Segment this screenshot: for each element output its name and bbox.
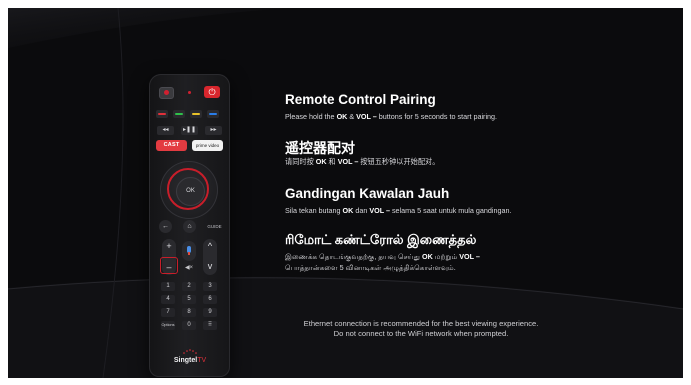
brand-logo-icon (183, 349, 197, 354)
tamil-instruction-line2: பொத்தான்களை 5 வினாடிகள் அழுத்திக்கொள்ளவு… (285, 263, 456, 272)
brand-name: Singtel (173, 357, 198, 364)
cast-button: CAST (156, 140, 187, 151)
brand-suffix: TV (197, 357, 207, 364)
channel-down-icon: v (207, 261, 213, 271)
chinese-text-mid: 和 (326, 157, 338, 166)
wifi-warning: Do not connect to the WiFi network when … (333, 329, 509, 338)
number-key: 1 (161, 282, 175, 291)
red-key (156, 110, 168, 118)
back-icon: ← (159, 220, 172, 233)
malay-text-pre: Sila tekan butang (285, 206, 343, 215)
number-key: 5 (182, 295, 196, 304)
guide-button: GUIDE (207, 224, 222, 229)
chinese-instruction: 请同时按 OK 和 VOL – 按钮五秒钟以开始配对。 (285, 157, 439, 167)
power-icon: ⏻ (204, 86, 220, 98)
status-led (188, 91, 191, 94)
voice-assistant-icon (182, 241, 196, 261)
options-key: Options (161, 321, 175, 330)
blue-key (207, 110, 219, 118)
yellow-key (190, 110, 202, 118)
english-text-mid: & (347, 112, 357, 121)
english-key-ok: OK (336, 112, 348, 121)
number-key: 8 (182, 308, 196, 317)
ethernet-recommendation: Ethernet connection is recommended for t… (303, 319, 539, 328)
number-key: 9 (203, 308, 217, 317)
malay-key-ok: OK (342, 206, 354, 215)
malay-key-vol: VOL – (369, 206, 390, 215)
chinese-text-pre: 请同时按 (285, 157, 316, 166)
brand-logo: SingtelTV (159, 355, 221, 367)
tamil-text-mid: மற்றும் (432, 252, 460, 261)
volume-up-icon: + (166, 241, 172, 251)
english-key-vol: VOL – (356, 112, 377, 121)
mute-icon: ◀× (184, 265, 194, 271)
english-title: Remote Control Pairing (285, 92, 436, 107)
tamil-instruction-line1: இணைக்க தொடங்குவதற்கு, தயவு செய்து OK மற்… (285, 252, 480, 262)
tamil-key-vol: VOL – (459, 252, 480, 261)
chinese-key-ok: OK (315, 157, 327, 166)
remote-control-illustration: ⏻ ◂◂ ▸❚❚ ▸▸ CAST prime video OK ← ⌂ GUID… (149, 74, 230, 377)
tamil-key-ok: OK (422, 252, 433, 261)
number-key: 0 (182, 321, 196, 330)
number-key: 2 (182, 282, 196, 291)
number-key: 6 (203, 295, 217, 304)
tamil-text-pre: இணைக்க தொடங்குவதற்கு, தயவு செய்து (285, 252, 423, 261)
play-pause-icon: ▸❚❚ (181, 126, 198, 135)
pairing-screen: ⏻ ◂◂ ▸❚❚ ▸▸ CAST prime video OK ← ⌂ GUID… (8, 8, 683, 378)
channel-up-icon: ^ (207, 241, 213, 251)
fast-forward-icon: ▸▸ (205, 126, 222, 135)
grid-icon: ⠿ (203, 321, 217, 330)
english-text-post: buttons for 5 seconds to start pairing. (376, 112, 498, 121)
channel-rocker: ^ v (203, 239, 217, 275)
ok-button: OK (176, 177, 205, 206)
prime-video-button: prime video (192, 140, 223, 151)
home-icon: ⌂ (183, 220, 196, 233)
english-text-pre: Please hold the (285, 112, 337, 121)
malay-text-post: selama 5 saat untuk mula gandingan. (389, 206, 512, 215)
record-button (159, 87, 174, 99)
number-key: 4 (161, 295, 175, 304)
chinese-text-post: 按钮五秒钟以开始配对。 (358, 157, 440, 166)
malay-instruction: Sila tekan butang OK dan VOL – selama 5 … (285, 206, 511, 216)
malay-title: Gandingan Kawalan Jauh (285, 186, 450, 201)
chinese-title: 遥控器配对 (285, 140, 355, 156)
number-key: 3 (203, 282, 217, 291)
rewind-icon: ◂◂ (157, 126, 174, 135)
vol-down-highlight-ring (160, 257, 178, 274)
green-key (173, 110, 185, 118)
number-key: 7 (161, 308, 175, 317)
chinese-key-vol: VOL – (337, 157, 359, 166)
tamil-title: ரிமோட் கண்ட்ரோல் இணைத்தல் (285, 232, 477, 247)
english-instruction: Please hold the OK & VOL – buttons for 5… (285, 112, 497, 122)
malay-text-mid: dan (353, 206, 370, 215)
